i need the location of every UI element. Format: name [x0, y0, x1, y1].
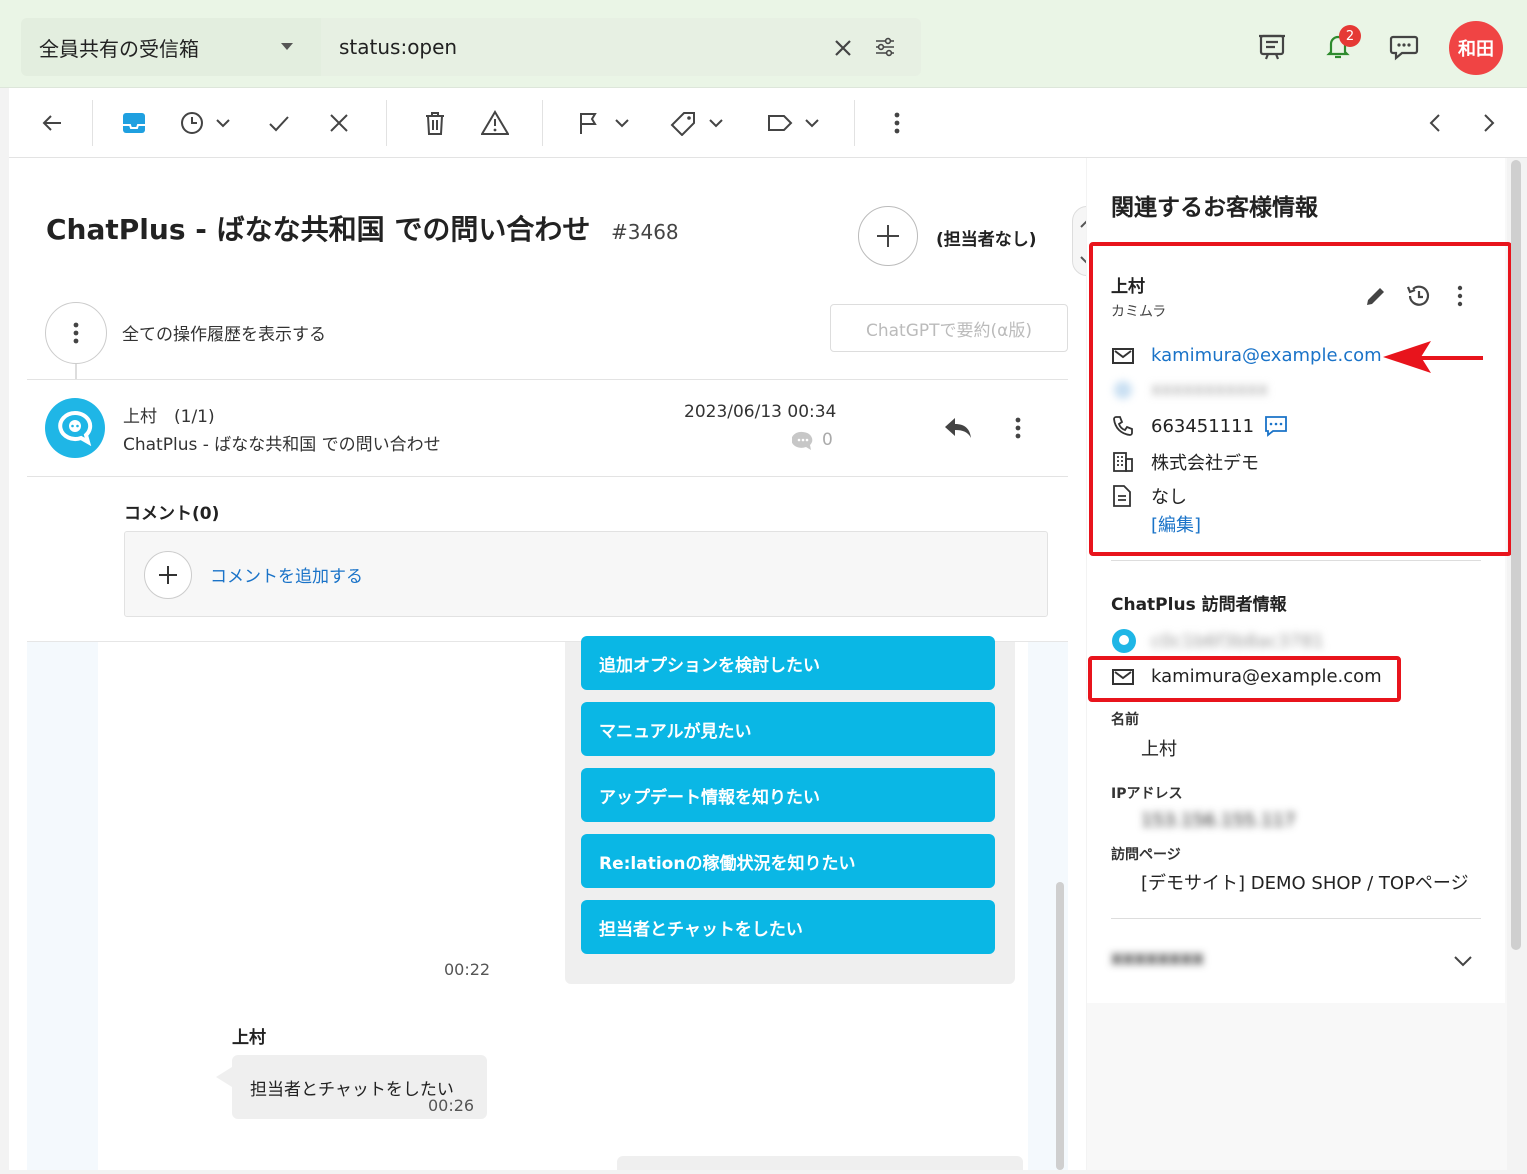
customer-section-title: 関連するお客様情報	[1111, 195, 1318, 221]
comments-heading: コメント(0)	[124, 504, 220, 524]
main-scrollbar[interactable]	[1056, 882, 1064, 1170]
visitor-page-link[interactable]: [デモサイト] DEMO SHOP / TOPページ	[1141, 869, 1469, 895]
notification-badge: 2	[1339, 25, 1361, 47]
snooze-clock-icon[interactable]	[179, 108, 237, 138]
comments-section: コメント(0) コメントを追加する	[27, 477, 1068, 642]
chat-option[interactable]: Re:lationの稼働状況を知りたい	[581, 834, 995, 888]
board-icon[interactable]	[1254, 28, 1290, 64]
more-vertical-icon[interactable]	[882, 108, 912, 138]
back-arrow-icon[interactable]	[37, 108, 67, 138]
bot-message: 追加オプションを検討したい マニュアルが見たい アップデート情報を知りたい Re…	[565, 636, 1015, 984]
message-comment-count: 0	[822, 430, 833, 450]
history-toggle-button[interactable]	[45, 302, 107, 364]
message-sender: 上村 (1/1)	[123, 407, 215, 427]
page-title: ChatPlus - ばなな共和国 での問い合わせ	[46, 213, 591, 246]
customer-sidebar: 関連するお客様情報 上村 カミムラ kamimura@example.com x…	[1087, 158, 1512, 1170]
chatplus-logo-icon	[45, 398, 105, 458]
add-comment-link[interactable]: コメントを追加する	[210, 562, 363, 587]
trash-icon[interactable]	[420, 108, 450, 138]
chat-option[interactable]: 追加オプションを検討したい	[581, 636, 995, 690]
ticket-main: ChatPlus - ばなな共和国 での問い合わせ #3468 (担当者なし) …	[9, 158, 1086, 1170]
check-icon[interactable]	[264, 108, 294, 138]
message-date: 2023/06/13 00:34	[684, 402, 837, 422]
ticket-toolbar	[9, 88, 1527, 158]
sidebar-scrollbar[interactable]	[1511, 160, 1521, 950]
label-icon[interactable]	[766, 108, 824, 138]
scroll-nav[interactable]	[1072, 206, 1086, 276]
filter-settings-icon[interactable]	[871, 33, 899, 61]
history-label[interactable]: 全ての操作履歴を表示する	[122, 320, 326, 345]
message-header[interactable]: 上村 (1/1) ChatPlus - ばなな共和国 での問い合わせ 2023/…	[27, 379, 1068, 477]
visitor-page-label: 訪問ページ	[1111, 847, 1181, 863]
chevron-down-icon	[281, 43, 293, 50]
plus-icon[interactable]	[144, 551, 192, 599]
comment-bubble-icon	[791, 430, 815, 452]
warning-icon[interactable]	[480, 108, 510, 138]
inbox-select[interactable]: 全員共有の受信箱	[21, 18, 321, 76]
chevron-right-icon[interactable]	[1474, 108, 1504, 138]
expand-chevron-icon[interactable]	[1448, 948, 1478, 974]
highlight-arrow-icon	[1383, 341, 1483, 373]
chat-transcript: 追加オプションを検討したい マニュアルが見たい アップデート情報を知りたい Re…	[27, 636, 1068, 1170]
message-subject: ChatPlus - ばなな共和国 での問い合わせ	[123, 435, 441, 455]
user-avatar[interactable]: 和田	[1449, 21, 1503, 75]
tag-icon[interactable]	[670, 108, 728, 138]
visitor-section-title: ChatPlus 訪問者情報	[1111, 595, 1287, 615]
collapsed-section-title: xxxxxxxx	[1111, 948, 1204, 969]
flag-icon[interactable]	[576, 108, 634, 138]
bot-message-time: 00:22	[444, 960, 491, 979]
chat-option[interactable]: 担当者とチャットをしたい	[581, 900, 995, 954]
chat-option[interactable]: マニュアルが見たい	[581, 702, 995, 756]
visitor-ip-label: IPアドレス	[1111, 786, 1183, 802]
customer-info-highlight	[1089, 242, 1512, 556]
add-comment-box[interactable]: コメントを追加する	[124, 531, 1048, 617]
top-bar: 全員共有の受信箱 2 和田	[0, 0, 1527, 88]
visitor-id: c0c1b6f3b8ac3781	[1151, 630, 1324, 652]
chat-user-name: 上村	[232, 1028, 266, 1048]
assignee-label: (担当者なし)	[936, 230, 1037, 250]
visitor-email-highlight	[1088, 656, 1401, 702]
clear-search-icon[interactable]	[829, 34, 857, 62]
visitor-ip: 153.156.155.117	[1141, 810, 1296, 831]
chatgpt-summary-button[interactable]: ChatGPTで要約(α版)	[830, 304, 1068, 352]
ticket-number: #3468	[611, 220, 679, 244]
reply-icon[interactable]	[941, 413, 975, 443]
visitor-name: 上村	[1141, 739, 1177, 760]
message-more-icon[interactable]	[1003, 413, 1033, 443]
inbox-icon[interactable]	[119, 108, 149, 138]
inbox-select-label: 全員共有の受信箱	[39, 36, 199, 61]
chatplus-visitor-icon	[1111, 628, 1151, 654]
close-icon[interactable]	[324, 108, 354, 138]
visitor-name-label: 名前	[1111, 712, 1139, 728]
chevron-left-icon[interactable]	[1420, 108, 1450, 138]
add-assignee-button[interactable]	[858, 206, 918, 266]
chat-option[interactable]: アップデート情報を知りたい	[581, 768, 995, 822]
chat-icon[interactable]	[1386, 28, 1422, 64]
user-message-time: 00:26	[428, 1096, 475, 1115]
